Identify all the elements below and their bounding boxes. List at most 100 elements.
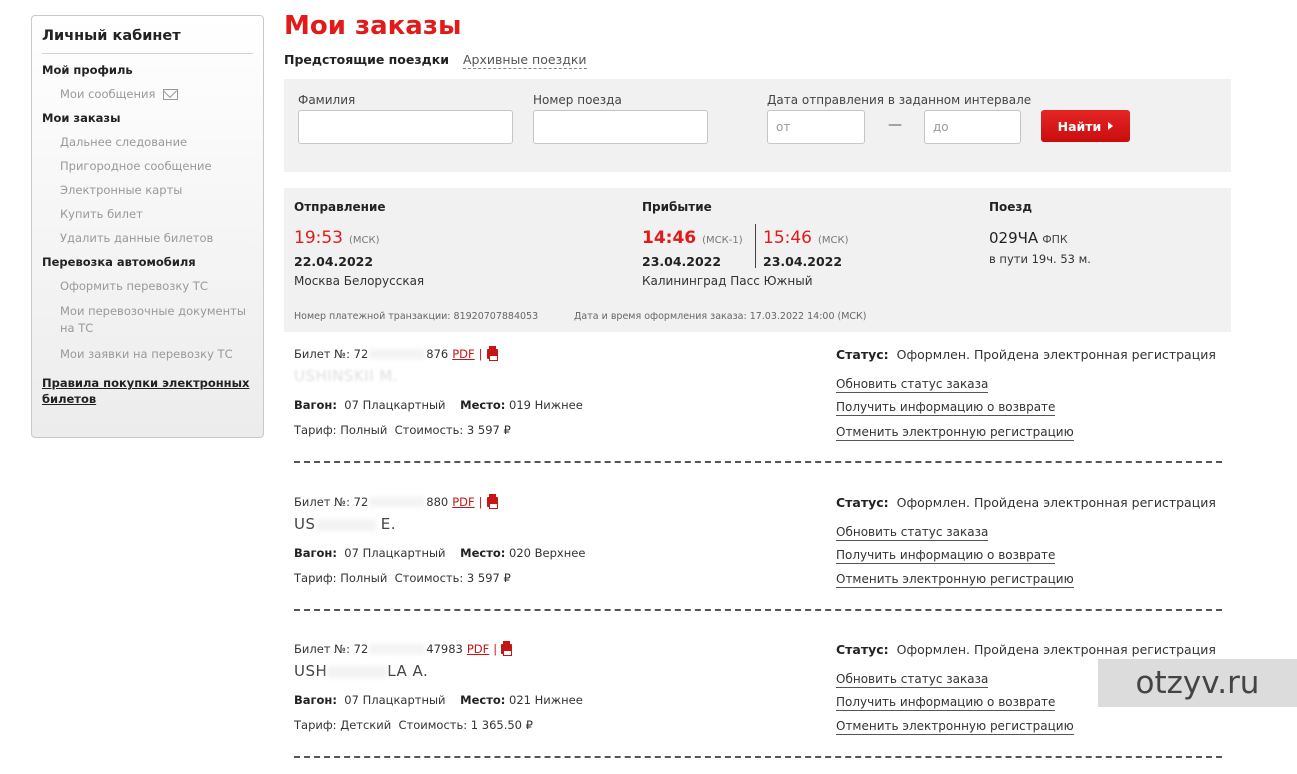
- rules-link[interactable]: Правила покупки электронных билетов: [42, 375, 253, 407]
- arrival-date-local: 23.04.2022: [642, 254, 722, 269]
- order-datetime: Дата и время оформления заказа: 17.03.20…: [574, 311, 867, 322]
- status-label: Статус:: [836, 347, 889, 362]
- cost: Стоимость: 3 597 ₽: [394, 423, 511, 437]
- arrival-tz-msk: (МСК): [818, 235, 849, 246]
- car-label: Вагон:: [294, 398, 337, 412]
- pipe-separator: |: [478, 347, 483, 361]
- passenger-name-end: LA A.: [387, 662, 429, 680]
- refund-info-link[interactable]: Получить информацию о возврате: [836, 548, 1056, 564]
- arrow-right-icon: [1108, 122, 1114, 130]
- passenger-name: US E.: [294, 515, 396, 533]
- trip-tabs: Предстоящие поездки Архивные поездки: [284, 52, 587, 69]
- sidebar-item-transport-requests[interactable]: Мои заявки на перевозку ТС: [60, 347, 253, 361]
- ticket-divider: [294, 609, 1222, 611]
- arrival-station: Калининград Пасс Южный: [642, 274, 813, 288]
- ticket-divider: [294, 756, 1222, 758]
- ticket-number-prefix: Билет №: 72: [294, 642, 369, 656]
- ticket-number: Билет №: 72 876 PDF |: [294, 346, 498, 361]
- departure-time-value: 19:53: [294, 228, 343, 248]
- car-and-seat: Вагон: 07 Плацкартный Место: 020 Верхнее: [294, 546, 585, 560]
- sidebar-item-buy-ticket[interactable]: Купить билет: [60, 207, 253, 221]
- tariff-and-cost: Тариф: Полный Стоимость: 3 597 ₽: [294, 423, 511, 437]
- cancel-registration-link[interactable]: Отменить электронную регистрацию: [836, 719, 1074, 735]
- redacted-name: [315, 518, 376, 531]
- ticket-number: Билет №: 72 880 PDF |: [294, 494, 498, 509]
- ticket-status: Статус: Оформлен. Пройдена электронная р…: [836, 642, 1216, 657]
- refund-info-link[interactable]: Получить информацию о возврате: [836, 400, 1056, 416]
- tariff: Тариф: Полный: [294, 571, 388, 585]
- redacted-number: [369, 349, 426, 359]
- ticket-number-suffix: 47983: [426, 642, 463, 656]
- arrival-divider: [755, 224, 756, 268]
- train-number-input[interactable]: [533, 110, 708, 144]
- sidebar-item-my-orders[interactable]: Мои заказы: [42, 111, 253, 125]
- cancel-registration-link[interactable]: Отменить электронную регистрацию: [836, 425, 1074, 441]
- cancel-registration-link[interactable]: Отменить электронную регистрацию: [836, 572, 1074, 588]
- sidebar-item-order-transport[interactable]: Оформить перевозку ТС: [60, 279, 253, 293]
- sidebar-item-long-distance[interactable]: Дальнее следование: [60, 135, 253, 149]
- find-button[interactable]: Найти: [1041, 110, 1130, 142]
- ticket-card: Билет №: 72 47983 PDF | USH LA A. Вагон: …: [284, 628, 1231, 758]
- arrival-tz-local: (МСК-1): [702, 235, 743, 246]
- transaction-number: Номер платежной транзакции: 819207078840…: [294, 311, 539, 322]
- arrival-time-msk: 15:46 (МСК): [763, 228, 849, 248]
- arrival-date-msk: 23.04.2022: [763, 254, 843, 269]
- date-range-label: Дата отправления в заданном интервале: [767, 93, 1032, 107]
- tariff: Тариф: Детский: [294, 718, 392, 732]
- train-number-value: 029ЧА: [989, 229, 1039, 247]
- ticket-status: Статус: Оформлен. Пройдена электронная р…: [836, 495, 1216, 510]
- departure-time: 19:53 (МСК): [294, 228, 380, 248]
- sidebar-item-messages[interactable]: Мои сообщения: [60, 87, 253, 101]
- ticket-number-suffix: 876: [426, 347, 449, 361]
- pdf-link[interactable]: PDF: [452, 347, 474, 361]
- arrival-time-local: 14:46 (МСК-1): [642, 228, 743, 248]
- passenger-name-redacted: USHINSKII M.: [294, 367, 399, 385]
- pdf-link[interactable]: PDF: [452, 495, 474, 509]
- car-label: Вагон:: [294, 693, 337, 707]
- pipe-separator: |: [493, 642, 498, 656]
- print-icon[interactable]: [486, 346, 498, 361]
- train-number: 029ЧА ФПК: [989, 229, 1068, 247]
- status-value: Оформлен. Пройдена электронная регистрац…: [896, 495, 1216, 510]
- sidebar-item-delete-data[interactable]: Удалить данные билетов: [60, 231, 253, 245]
- seat-value: 021 Нижнее: [509, 693, 583, 707]
- ticket-status: Статус: Оформлен. Пройдена электронная р…: [836, 347, 1216, 362]
- departure-header: Отправление: [294, 200, 386, 214]
- print-icon[interactable]: [501, 641, 513, 656]
- page-title: Мои заказы: [284, 11, 462, 41]
- pdf-link[interactable]: PDF: [467, 642, 489, 656]
- update-status-link[interactable]: Обновить статус заказа: [836, 377, 989, 393]
- passenger-name-visible: USH: [294, 662, 328, 680]
- departure-station: Москва Белорусская: [294, 274, 425, 288]
- travel-time: в пути 19ч. 53 м.: [989, 252, 1091, 266]
- surname-input[interactable]: [298, 110, 513, 144]
- ticket-number-prefix: Билет №: 72: [294, 347, 369, 361]
- surname-label: Фамилия: [298, 93, 356, 107]
- ticket-number: Билет №: 72 47983 PDF |: [294, 641, 513, 656]
- sidebar-item-e-cards[interactable]: Электронные карты: [60, 183, 253, 197]
- date-from-input[interactable]: [767, 110, 865, 144]
- redacted-number: [369, 644, 426, 654]
- train-number-label: Номер поезда: [533, 93, 622, 107]
- pipe-separator: |: [478, 495, 483, 509]
- passenger-name-end: E.: [380, 515, 397, 533]
- cost: Стоимость: 1 365.50 ₽: [398, 718, 533, 732]
- sidebar-item-car-transport[interactable]: Перевозка автомобиля: [42, 255, 253, 269]
- update-status-link[interactable]: Обновить статус заказа: [836, 672, 989, 688]
- departure-tz: (МСК): [349, 235, 380, 246]
- update-status-link[interactable]: Обновить статус заказа: [836, 525, 989, 541]
- sidebar-item-suburban[interactable]: Пригородное сообщение: [60, 159, 253, 173]
- sidebar-title: Личный кабинет: [42, 28, 253, 54]
- sidebar-item-my-profile[interactable]: Мой профиль: [42, 63, 253, 77]
- cost: Стоимость: 3 597 ₽: [394, 571, 511, 585]
- redacted-number: [369, 497, 426, 507]
- range-dash: —: [888, 117, 902, 133]
- print-icon[interactable]: [486, 494, 498, 509]
- seat-label: Место:: [460, 546, 506, 560]
- tab-archive[interactable]: Архивные поездки: [462, 52, 587, 69]
- tab-upcoming[interactable]: Предстоящие поездки: [284, 52, 449, 69]
- passenger-name: USH LA A.: [294, 662, 428, 680]
- date-to-input[interactable]: [924, 110, 1021, 144]
- refund-info-link[interactable]: Получить информацию о возврате: [836, 695, 1056, 711]
- sidebar-item-transport-docs[interactable]: Мои перевозочные документы на ТС: [60, 303, 253, 337]
